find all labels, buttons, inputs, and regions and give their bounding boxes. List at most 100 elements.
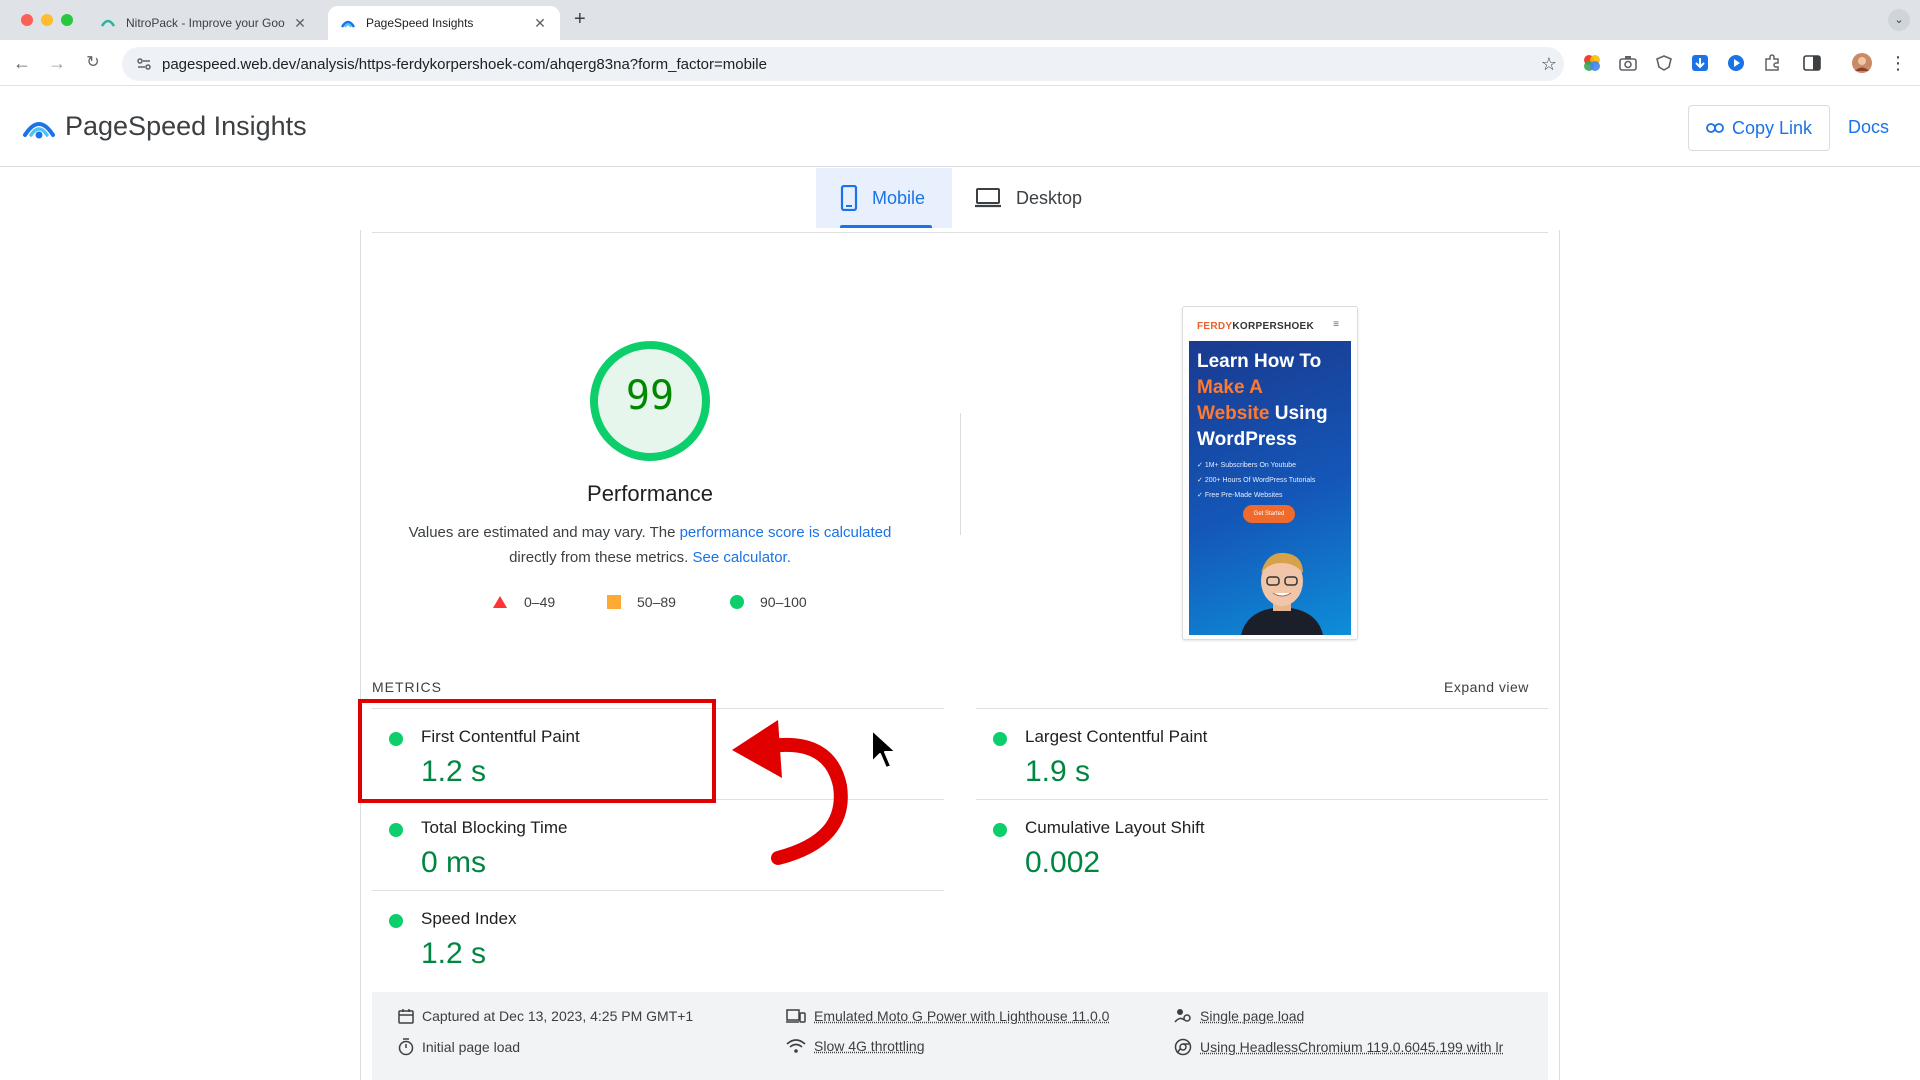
hero-cta-button: Get Started — [1243, 505, 1295, 523]
tab-desktop[interactable]: Desktop — [974, 168, 1082, 228]
wifi-signal-icon — [786, 1039, 806, 1053]
docs-link[interactable]: Docs — [1848, 117, 1889, 138]
browser-tab-nitropack[interactable]: NitroPack - Improve your Goo ✕ — [88, 6, 320, 40]
page-title: PageSpeed Insights — [65, 111, 307, 141]
shield-extension-icon[interactable] — [1654, 53, 1674, 73]
copy-link-label: Copy Link — [1731, 117, 1813, 138]
copy-link-button[interactable]: Copy Link — [1688, 105, 1830, 151]
metric-name: Speed Index — [421, 909, 517, 928]
browser-version-info[interactable]: Using HeadlessChromium 119.0.6045.199 wi… — [1174, 1038, 1503, 1056]
desc-text-1: Values are estimated and may vary. The — [408, 524, 680, 541]
url-text: pagespeed.web.dev/analysis/https-ferdyko… — [162, 55, 767, 73]
initial-load-info: Initial page load — [398, 1038, 520, 1056]
legend-average-range: 50–89 — [637, 594, 676, 610]
person-portrait-icon — [1241, 552, 1323, 635]
window-minimize-button[interactable] — [41, 14, 53, 26]
throttling-text: Slow 4G throttling — [814, 1038, 925, 1054]
mouse-pointer-icon — [871, 729, 897, 769]
metric-name: Largest Contentful Paint — [1025, 727, 1208, 746]
site-settings-icon[interactable] — [136, 56, 152, 72]
panel-divider — [372, 232, 1548, 233]
headline-line-1: Learn How To — [1197, 351, 1322, 372]
bookmark-star-icon[interactable]: ☆ — [1534, 54, 1564, 75]
pass-dot-icon — [389, 914, 403, 928]
red-curved-arrow-icon — [732, 720, 848, 865]
puzzle-extensions-icon[interactable] — [1762, 53, 1782, 73]
chat-extension-icon[interactable] — [1726, 53, 1746, 73]
forward-arrow-icon[interactable]: → — [46, 52, 68, 74]
users-group-icon — [1174, 1009, 1191, 1023]
color-picker-extension-icon[interactable] — [1582, 53, 1602, 73]
legend-average: 50–89 — [607, 594, 676, 610]
tab-title: NitroPack - Improve your Goo — [126, 16, 285, 30]
timer-icon — [398, 1038, 414, 1056]
hero-bullet: ✓ 200+ Hours Of WordPress Tutorials — [1197, 477, 1316, 484]
window-zoom-button[interactable] — [61, 14, 73, 26]
pass-dot-icon — [993, 823, 1007, 837]
nitropack-favicon-icon — [100, 19, 116, 27]
metric-value: 1.2 s — [421, 937, 487, 970]
performance-score-value: 99 — [625, 373, 675, 419]
final-screenshot-thumbnail[interactable]: FERDYKORPERSHOEK ≡ Learn How To Make A W… — [1182, 306, 1358, 640]
initial-load-text: Initial page load — [422, 1039, 521, 1055]
new-tab-button[interactable]: + — [574, 8, 586, 31]
metric-cumulative-layout-shift: Cumulative Layout Shift 0.002 — [976, 800, 1436, 890]
performance-title: Performance — [587, 481, 713, 506]
pagespeed-favicon-icon — [340, 20, 356, 28]
address-bar[interactable]: pagespeed.web.dev/analysis/https-ferdyko… — [122, 47, 1564, 81]
emulated-device-text: Emulated Moto G Power with Lighthouse 11… — [814, 1008, 1110, 1024]
legend-pass: 90–100 — [730, 594, 807, 610]
brand-first: FERDY — [1197, 321, 1233, 332]
psi-header: PageSpeed Insights Copy Link Docs — [0, 87, 1920, 167]
captured-at-text: Captured at Dec 13, 2023, 4:25 PM GMT+1 — [422, 1008, 694, 1024]
side-panel-icon[interactable] — [1802, 53, 1822, 73]
reload-icon[interactable]: ↻ — [82, 52, 104, 74]
active-tab-indicator — [840, 225, 932, 228]
headline-line-2: Make A — [1197, 377, 1263, 398]
tab-mobile-label: Mobile — [872, 187, 926, 208]
captured-at-info: Captured at Dec 13, 2023, 4:25 PM GMT+1 — [398, 1008, 693, 1024]
single-page-load-text: Single page load — [1200, 1008, 1305, 1024]
brand-last: KORPERSHOEK — [1232, 321, 1315, 332]
headline-line-4: WordPress — [1197, 429, 1297, 450]
performance-description: Values are estimated and may vary. The p… — [390, 520, 910, 570]
metric-value: 1.9 s — [1025, 755, 1091, 788]
pass-dot-icon — [389, 823, 403, 837]
tab-mobile[interactable]: Mobile — [816, 168, 952, 228]
tab-search-chevron-icon[interactable]: ⌄ — [1888, 9, 1910, 31]
pass-dot-icon — [993, 732, 1007, 746]
metrics-heading: METRICS — [372, 679, 442, 695]
runtime-settings-panel — [372, 992, 1548, 1080]
red-triangle-icon — [493, 596, 507, 608]
metric-speed-index: Speed Index 1.2 s — [372, 891, 832, 981]
download-extension-icon[interactable] — [1690, 53, 1710, 73]
headline-line-3b: Using — [1269, 403, 1328, 424]
metric-name: Total Blocking Time — [421, 818, 568, 837]
scrolled-content-fragment — [712, 158, 724, 168]
expand-view-toggle[interactable]: Expand view — [1444, 679, 1529, 695]
green-circle-icon — [730, 595, 744, 609]
performance-score-calculated-link[interactable]: performance score is calculated — [680, 524, 892, 541]
link-icon — [1706, 123, 1724, 133]
browser-menu-icon[interactable]: ⋮ — [1888, 53, 1908, 73]
desc-text-2: directly from these metrics. — [509, 549, 693, 566]
legend-pass-range: 90–100 — [760, 594, 807, 610]
laptop-icon — [975, 188, 1001, 208]
camera-extension-icon[interactable] — [1618, 53, 1638, 73]
browser-toolbar: ← → ↻ pagespeed.web.dev/analysis/https-f… — [0, 40, 1920, 86]
close-tab-icon[interactable]: ✕ — [292, 15, 308, 32]
red-highlight-box — [358, 699, 716, 803]
throttling-info[interactable]: Slow 4G throttling — [786, 1038, 925, 1054]
back-arrow-icon[interactable]: ← — [11, 52, 33, 74]
headline-line-3a: Website — [1197, 403, 1270, 424]
metric-value: 0 ms — [421, 846, 487, 879]
emulated-device-info[interactable]: Emulated Moto G Power with Lighthouse 11… — [786, 1008, 1109, 1024]
mobile-phone-icon — [840, 185, 858, 211]
tab-desktop-label: Desktop — [1016, 187, 1083, 208]
window-close-button[interactable] — [21, 14, 33, 26]
close-tab-icon[interactable]: ✕ — [532, 15, 548, 32]
see-calculator-link[interactable]: See calculator. — [692, 549, 790, 566]
profile-avatar[interactable] — [1852, 53, 1872, 73]
browser-tab-pagespeed[interactable]: PageSpeed Insights ✕ — [328, 6, 560, 40]
single-page-load-info[interactable]: Single page load — [1174, 1008, 1304, 1024]
